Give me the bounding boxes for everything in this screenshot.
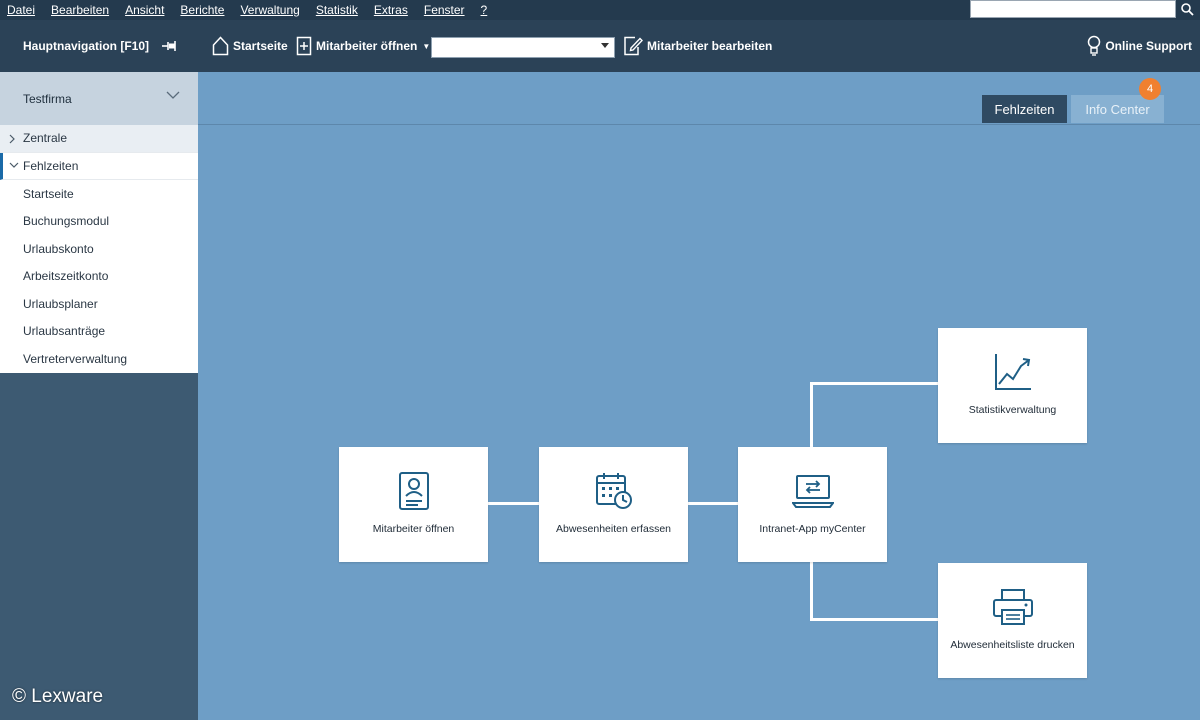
connector-line: [810, 382, 813, 447]
card-print-absence-list[interactable]: Abwesenheitsliste drucken: [938, 563, 1087, 678]
edit-employee-button[interactable]: Mitarbeiter bearbeiten: [623, 20, 772, 72]
sidebar-group-zentrale[interactable]: Zentrale: [0, 125, 198, 153]
lightbulb-icon: [1088, 35, 1101, 56]
card-statistics[interactable]: Statistikverwaltung: [938, 328, 1087, 443]
connector-line: [810, 618, 938, 621]
menu-bar: Datei Bearbeiten Ansicht Berichte Verwal…: [0, 0, 1200, 20]
open-employee-label: Mitarbeiter öffnen: [316, 39, 418, 53]
tab-fehlzeiten[interactable]: Fehlzeiten: [982, 95, 1067, 123]
sidebar-group-label: Fehlzeiten: [23, 158, 79, 173]
card-label: Abwesenheiten erfassen: [556, 523, 671, 535]
sidebar-item-label: Urlaubsplaner: [23, 296, 98, 311]
online-support-label: Online Support: [1105, 39, 1192, 53]
menu-extras[interactable]: Extras: [366, 3, 416, 17]
line-chart-icon: [994, 354, 1031, 390]
company-name: Testfirma: [23, 91, 72, 106]
menu-ansicht[interactable]: Ansicht: [117, 3, 172, 17]
card-record-absences[interactable]: Abwesenheiten erfassen: [539, 447, 688, 562]
card-open-employee[interactable]: Mitarbeiter öffnen: [339, 447, 488, 562]
sidebar-group-fehlzeiten[interactable]: Fehlzeiten: [0, 152, 198, 180]
sidebar-item-label: Startseite: [23, 186, 74, 201]
connector-line: [810, 560, 813, 621]
connector-line: [810, 382, 938, 385]
card-intranet-app[interactable]: Intranet-App myCenter: [738, 447, 887, 562]
home-label: Startseite: [233, 39, 288, 53]
content-header: Fehlzeiten Info Center 4: [198, 72, 1200, 125]
dropdown-caret-icon[interactable]: ▼: [422, 42, 430, 51]
sidebar-item-urlaubsantraege[interactable]: Urlaubsanträge: [0, 318, 198, 346]
navigation-tree: Zentrale Fehlzeiten Startseite Buchungsm…: [0, 125, 198, 373]
connector-line: [687, 502, 738, 505]
laptop-sync-icon: [791, 475, 834, 508]
company-selector[interactable]: Testfirma: [0, 72, 198, 125]
main-navigation-label: Hauptnavigation [F10]: [23, 39, 150, 53]
menu-berichte[interactable]: Berichte: [172, 3, 232, 17]
menu-bearbeiten[interactable]: Bearbeiten: [43, 3, 117, 17]
menu-search-input[interactable]: [970, 0, 1176, 18]
printer-icon: [992, 589, 1033, 625]
card-label: Mitarbeiter öffnen: [372, 523, 455, 535]
pin-icon: [162, 41, 176, 51]
copyright-watermark: © Lexware: [12, 686, 104, 707]
edit-employee-label: Mitarbeiter bearbeiten: [647, 39, 773, 53]
chevron-down-icon: [9, 162, 19, 168]
sidebar-item-label: Vertreterverwaltung: [23, 351, 128, 366]
add-document-icon: [296, 36, 312, 56]
sidebar-item-buchungsmodul[interactable]: Buchungsmodul: [0, 208, 198, 236]
sidebar-item-urlaubsplaner[interactable]: Urlaubsplaner: [0, 290, 198, 318]
employee-select[interactable]: [431, 37, 615, 58]
sidebar-item-urlaubskonto[interactable]: Urlaubskonto: [0, 235, 198, 263]
sidebar: Testfirma Zentrale Fehlzeiten Startseite…: [0, 72, 198, 720]
sidebar-item-label: Buchungsmodul: [23, 214, 110, 229]
toolbar: Hauptnavigation [F10] Startseite Mitarbe…: [0, 20, 1200, 72]
edit-document-icon: [624, 36, 643, 56]
chevron-down-icon[interactable]: [601, 43, 609, 48]
chevron-down-icon[interactable]: [166, 91, 180, 99]
menu-verwaltung[interactable]: Verwaltung: [232, 3, 307, 17]
tab-label: Fehlzeiten: [994, 101, 1055, 117]
home-button[interactable]: Startseite: [212, 20, 288, 72]
menu-help[interactable]: ?: [473, 3, 496, 17]
pin-button[interactable]: [162, 20, 178, 72]
main-navigation-toggle[interactable]: Hauptnavigation [F10]: [23, 20, 149, 72]
search-icon[interactable]: [1180, 2, 1194, 16]
card-label: Intranet-App myCenter: [759, 523, 866, 535]
online-support-button[interactable]: Online Support: [1087, 20, 1192, 72]
chevron-right-icon: [9, 134, 15, 144]
card-label: Abwesenheitsliste drucken: [950, 639, 1075, 651]
sidebar-item-label: Urlaubskonto: [23, 241, 94, 256]
sidebar-item-label: Urlaubsanträge: [23, 324, 106, 339]
sidebar-item-startseite[interactable]: Startseite: [0, 180, 198, 208]
connector-line: [487, 502, 539, 505]
sidebar-item-vertreterverwaltung[interactable]: Vertreterverwaltung: [0, 345, 198, 373]
menu-statistik[interactable]: Statistik: [308, 3, 366, 17]
sidebar-item-arbeitszeitkonto[interactable]: Arbeitszeitkonto: [0, 263, 198, 291]
sidebar-group-label: Zentrale: [23, 131, 68, 146]
calendar-clock-icon: [595, 473, 632, 509]
sidebar-item-label: Arbeitszeitkonto: [23, 269, 109, 284]
open-employee-button[interactable]: Mitarbeiter öffnen ▼: [296, 20, 430, 72]
notification-badge[interactable]: 4: [1139, 78, 1161, 100]
tab-label: Info Center: [1085, 101, 1150, 117]
house-icon: [212, 36, 229, 56]
card-label: Statistikverwaltung: [968, 404, 1057, 416]
menu-fenster[interactable]: Fenster: [416, 3, 473, 17]
menu-datei[interactable]: Datei: [0, 3, 43, 17]
employee-card-icon: [398, 472, 429, 510]
